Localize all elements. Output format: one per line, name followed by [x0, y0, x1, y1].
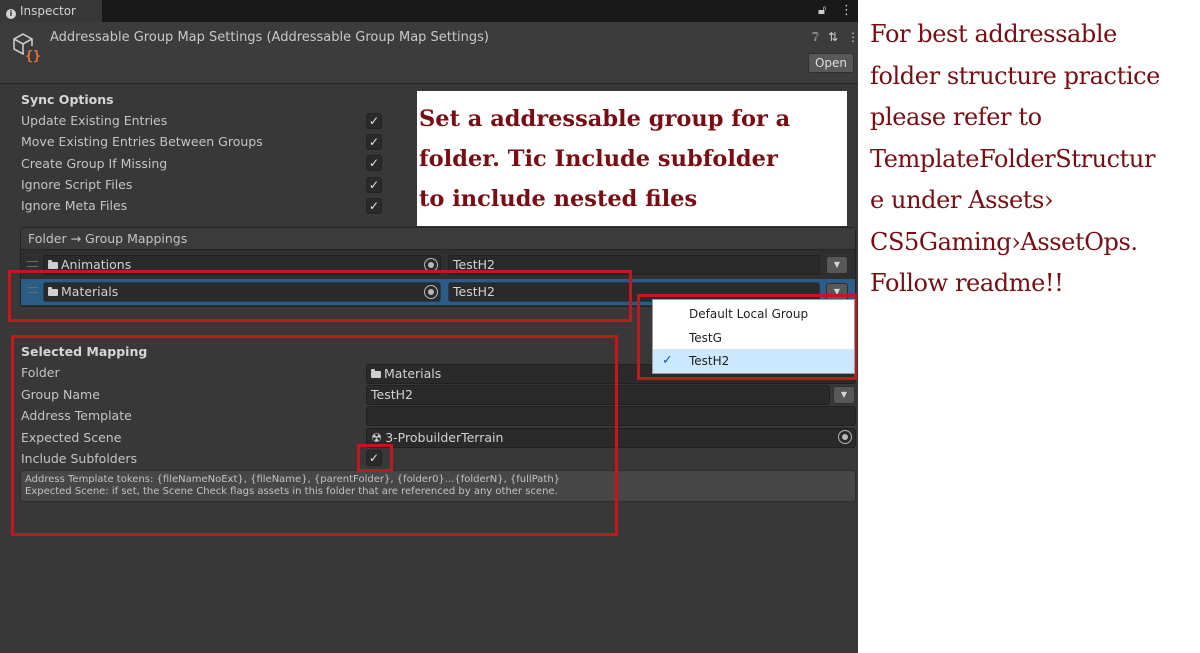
group-name-dropdown-button[interactable]: ▼ — [833, 386, 855, 404]
menu-item-testg[interactable]: TestG — [653, 326, 854, 350]
tab-strip: i Inspector 🔓︎ ⋮ — [0, 0, 858, 22]
note-line: please refer to — [870, 103, 1042, 131]
inspector-window: i Inspector 🔓︎ ⋮ {} Addressable Group Map… — [0, 0, 858, 653]
more-options-icon[interactable]: ⋮ — [840, 0, 853, 22]
ignore-script-files-checkbox[interactable]: ✓ — [366, 177, 382, 193]
menu-item-label: TestH2 — [689, 354, 730, 368]
annotation-line: Set a addressable group for a — [419, 106, 791, 132]
info-icon: i — [6, 9, 16, 19]
preset-icon[interactable]: ⇅ — [828, 30, 838, 44]
checkmark-icon: ✓ — [662, 353, 673, 368]
highlight-box-mapping — [8, 270, 632, 322]
annotation-note: For best addressable folder structure pr… — [870, 14, 1198, 305]
open-button[interactable]: Open — [808, 53, 854, 73]
drag-handle-icon[interactable] — [27, 261, 38, 267]
menu-item-label: TestG — [689, 331, 722, 345]
note-line: e under Assets› — [870, 186, 1054, 214]
ignore-script-files-label: Ignore Script Files — [21, 177, 133, 192]
highlight-box-include-subfolders — [357, 444, 393, 472]
svg-text:{}: {} — [25, 49, 41, 64]
menu-item-label: Default Local Group — [689, 307, 809, 321]
note-line: CS5Gaming›AssetOps. — [870, 227, 1138, 256]
annotation-callout: Set a addressable group for a folder. Ti… — [417, 91, 847, 226]
update-existing-entries-checkbox[interactable]: ✓ — [366, 113, 382, 129]
sync-options-title: Sync Options — [21, 92, 114, 107]
menu-item-default-local-group[interactable]: Default Local Group — [653, 302, 854, 326]
note-line: TemplateFolderStructur — [870, 144, 1156, 173]
tab-label: Inspector — [20, 4, 76, 18]
object-picker-icon[interactable] — [838, 430, 852, 444]
folder-icon — [48, 260, 58, 269]
move-existing-entries-checkbox[interactable]: ✓ — [366, 134, 382, 150]
create-group-if-missing-label: Create Group If Missing — [21, 156, 168, 171]
lock-icon[interactable]: 🔓︎ — [818, 0, 826, 22]
create-group-if-missing-checkbox[interactable]: ✓ — [366, 155, 382, 171]
highlight-box-selected-mapping — [11, 335, 618, 536]
group-mappings-header: Folder → Group Mappings — [21, 228, 855, 250]
group-dropdown-button[interactable]: ▼ — [826, 256, 848, 274]
inspector-header: {} Addressable Group Map Settings (Addre… — [0, 22, 858, 84]
note-line: For best addressable — [870, 20, 1117, 48]
ignore-meta-files-checkbox[interactable]: ✓ — [366, 198, 382, 214]
annotation-line: folder. Tic Include subfolder — [419, 146, 778, 172]
ignore-meta-files-label: Ignore Meta Files — [21, 198, 128, 213]
group-dropdown-menu: Default Local Group TestG ✓ TestH2 — [652, 299, 855, 374]
update-existing-entries-label: Update Existing Entries — [21, 113, 168, 128]
move-existing-entries-label: Move Existing Entries Between Groups — [21, 134, 263, 149]
asset-script-icon: {} — [13, 33, 42, 64]
note-line: folder structure practice — [870, 61, 1160, 90]
annotation-line: to include nested files — [419, 186, 698, 212]
page-title: Addressable Group Map Settings (Addressa… — [50, 30, 489, 45]
tab-inspector[interactable]: i Inspector — [0, 0, 102, 22]
more-options-icon[interactable]: ⋮ — [847, 30, 858, 44]
menu-item-testh2[interactable]: ✓ TestH2 — [653, 349, 854, 373]
help-icon[interactable]: ❔︎ — [812, 30, 819, 45]
note-line: Follow readme!! — [870, 269, 1064, 297]
